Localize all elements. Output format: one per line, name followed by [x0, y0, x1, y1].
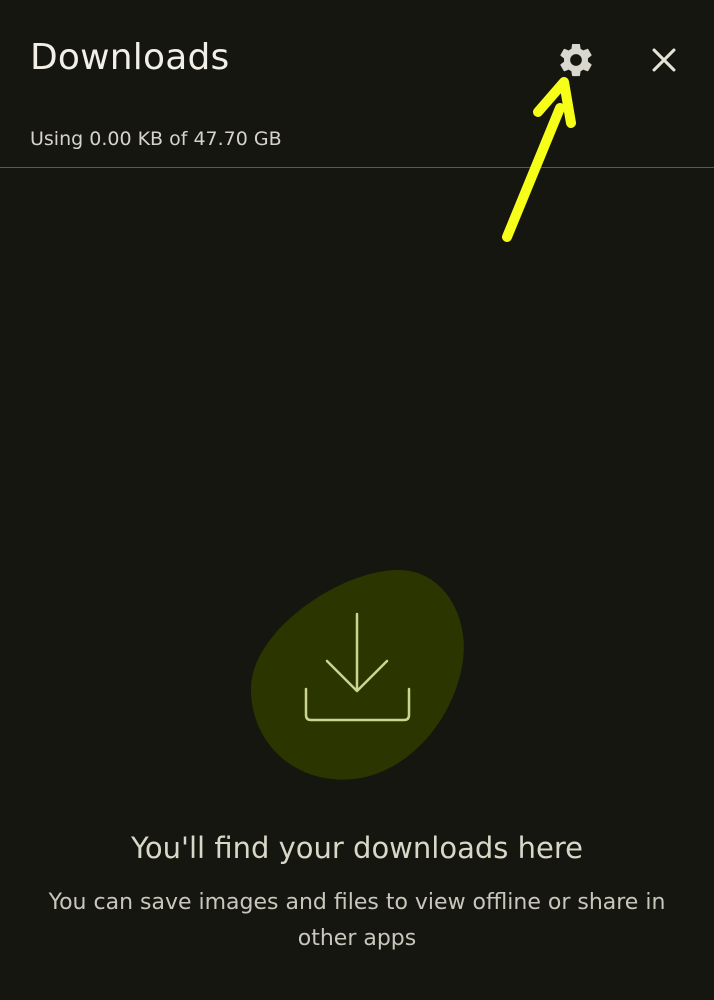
page-title: Downloads — [30, 37, 230, 78]
download-icon — [250, 569, 464, 780]
settings-button[interactable] — [548, 32, 604, 88]
downloads-screen: Downloads Using 0.00 KB of 47.70 GB You'… — [0, 0, 714, 1000]
header-divider — [0, 167, 714, 168]
close-icon — [652, 48, 676, 72]
empty-state-description: You can save images and files to view of… — [48, 890, 666, 951]
storage-usage: Using 0.00 KB of 47.70 GB — [30, 128, 282, 150]
app-bar: Downloads — [0, 0, 714, 118]
download-illustration — [250, 565, 466, 781]
empty-state-title: You'll find your downloads here — [131, 831, 583, 865]
gear-icon — [560, 43, 592, 77]
close-button[interactable] — [636, 32, 692, 88]
